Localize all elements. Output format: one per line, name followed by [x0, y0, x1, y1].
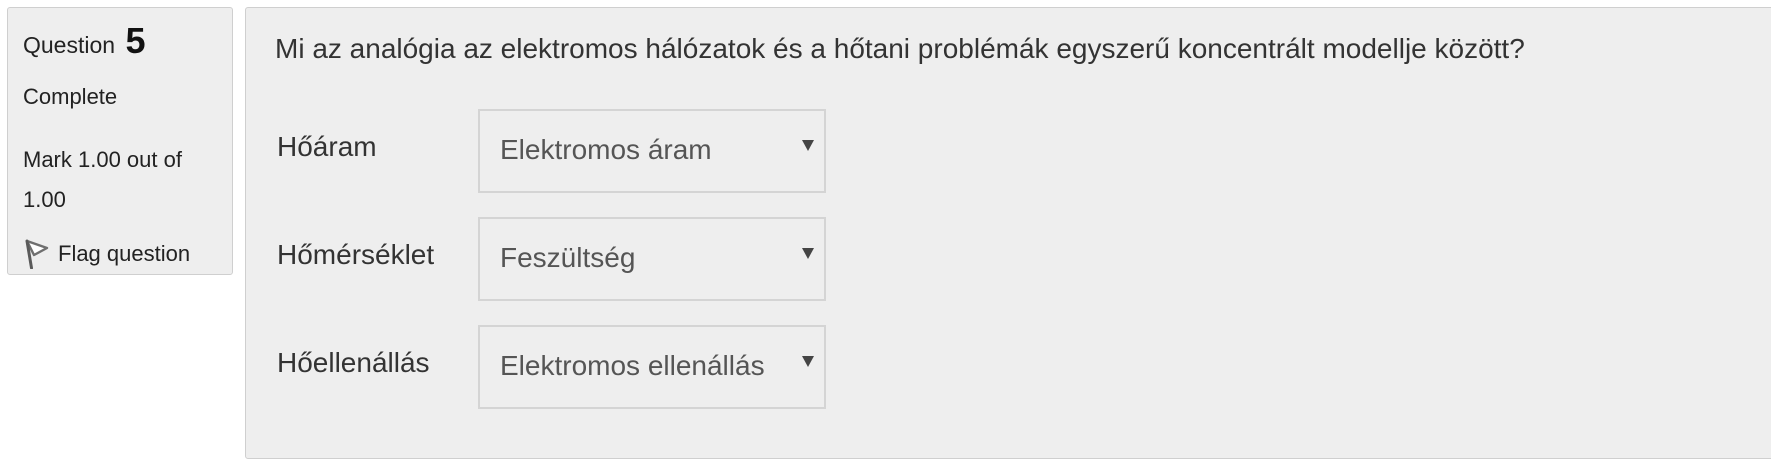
question-grade-line2: 1.00 [23, 187, 66, 212]
match-label: Hőmérséklet [277, 239, 435, 270]
question-text: Mi az analógia az elektromos hálózatok é… [275, 33, 1525, 64]
match-row: Hőmérséklet Feszültség [277, 217, 877, 301]
question-number: 5 [125, 20, 146, 61]
answer-select-value[interactable]: Elektromos áram [500, 134, 712, 166]
question-content-panel: Mi az analógia az elektromos hálózatok é… [245, 7, 1771, 459]
match-row: Hőellenállás Elektromos ellenállás [277, 325, 877, 409]
flag-question-label[interactable]: Flag question [58, 241, 190, 267]
dropdown-arrow-icon[interactable] [802, 356, 814, 367]
question-grade-line1: Mark 1.00 out of [23, 147, 182, 172]
dropdown-arrow-icon[interactable] [802, 140, 814, 151]
match-label: Hőáram [277, 131, 377, 162]
answer-select-value[interactable]: Elektromos ellenállás [500, 350, 765, 382]
answer-select[interactable]: Elektromos áram [478, 109, 826, 193]
question-heading: Question 5 [23, 20, 145, 62]
question-info-panel: Question 5 Complete Mark 1.00 out of 1.0… [7, 7, 233, 275]
question-state: Complete [23, 84, 118, 109]
match-label: Hőellenállás [277, 347, 430, 378]
flag-icon[interactable] [23, 239, 49, 270]
question-grade: Mark 1.00 out of 1.00 [23, 140, 218, 220]
dropdown-arrow-icon[interactable] [802, 248, 814, 259]
flag-question-button[interactable]: Flag question [23, 235, 190, 273]
question-heading-prefix: Question [23, 32, 116, 58]
answer-select[interactable]: Elektromos ellenállás [478, 325, 826, 409]
answer-select[interactable]: Feszültség [478, 217, 826, 301]
answer-select-value[interactable]: Feszültség [500, 242, 635, 274]
match-row: Hőáram Elektromos áram [277, 109, 877, 193]
